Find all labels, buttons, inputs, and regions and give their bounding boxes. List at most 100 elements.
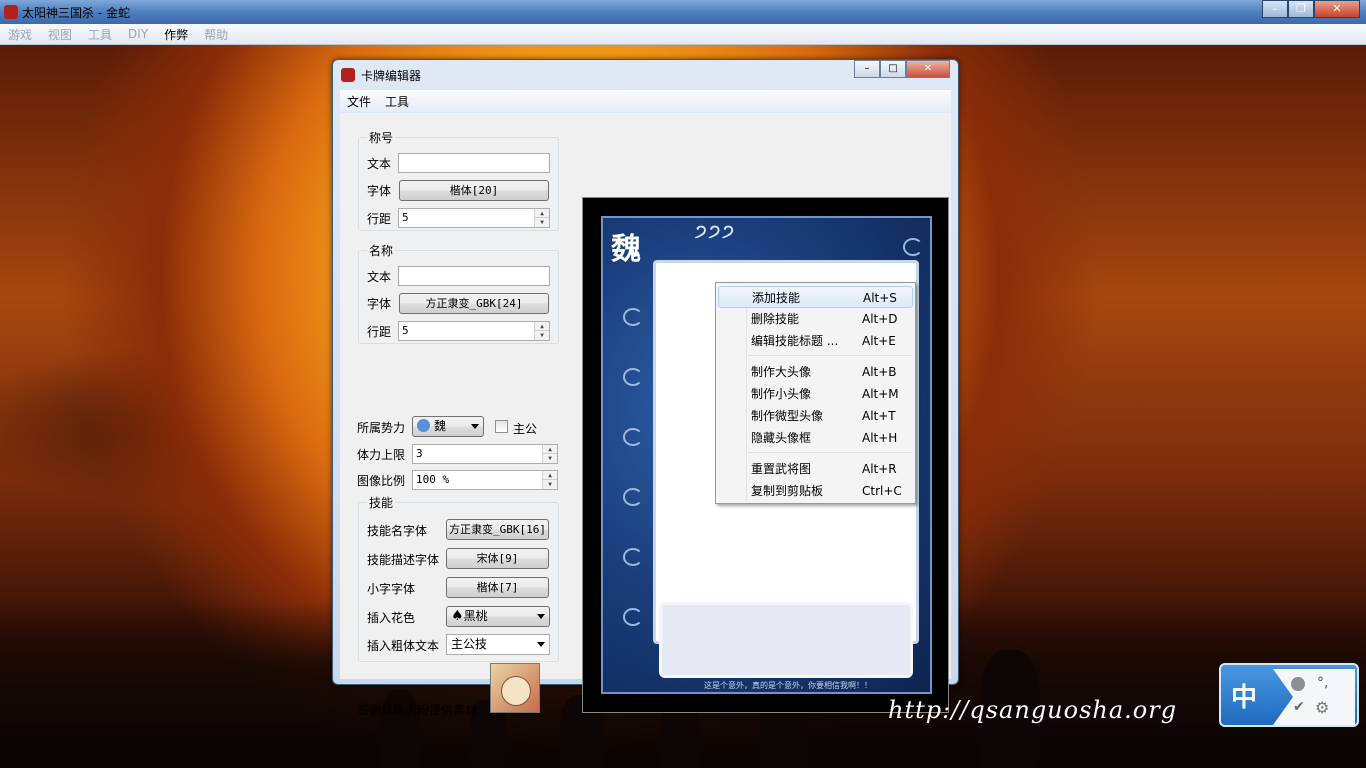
spin-up-icon[interactable]: ▲ xyxy=(535,322,549,331)
title-spacing-spinbox[interactable]: 5 ▲ ▼ xyxy=(398,208,550,228)
app-icon xyxy=(4,5,18,19)
skill-desc-font-button[interactable]: 宋体[9] xyxy=(446,548,549,569)
menu-view[interactable]: 视图 xyxy=(48,26,72,43)
dialog-menu-file[interactable]: 文件 xyxy=(347,93,371,110)
spin-up-icon[interactable]: ▲ xyxy=(543,445,557,454)
cloud-ornament-icon xyxy=(903,238,923,256)
avatar-face-icon xyxy=(501,676,531,706)
scale-arrows[interactable]: ▲ ▼ xyxy=(542,471,557,489)
name-spacing-label: 行距 xyxy=(367,325,392,339)
menu-diy[interactable]: DIY xyxy=(128,27,148,41)
skills-group-label: 技能 xyxy=(367,494,396,511)
scale-label: 图像比例 xyxy=(357,474,406,488)
card-footer-text: 这是个意外，真的是个意外，你要相信我啊！！ xyxy=(704,681,872,690)
menu-item-shortcut: Alt+E xyxy=(862,334,896,348)
menu-item-label: 编辑技能标题 ... xyxy=(751,334,839,348)
menu-help[interactable]: 帮助 xyxy=(204,26,228,43)
menu-item-label: 制作大头像 xyxy=(751,365,812,379)
menu-item-label: 复制到剪贴板 xyxy=(751,484,824,498)
title-spacing-label: 行距 xyxy=(367,212,392,226)
insert-suit-value: 黑桃 xyxy=(463,609,488,623)
menu-item-label: 重置武将图 xyxy=(751,462,812,476)
menu-tools[interactable]: 工具 xyxy=(88,26,112,43)
name-font-label: 字体 xyxy=(367,297,392,311)
title-font-label: 字体 xyxy=(367,184,392,198)
close-button[interactable]: ✕ xyxy=(1314,0,1360,18)
small-font-button[interactable]: 楷体[7] xyxy=(446,577,549,598)
spin-down-icon[interactable]: ▼ xyxy=(543,454,557,463)
title-text-input[interactable] xyxy=(398,153,550,173)
dialog-icon xyxy=(341,68,355,82)
title-text-label: 文本 xyxy=(367,157,392,171)
name-spacing-value: 5 xyxy=(402,324,409,337)
spin-up-icon[interactable]: ▲ xyxy=(535,209,549,218)
chevron-down-icon xyxy=(537,614,545,619)
menu-item-shortcut: Ctrl+C xyxy=(862,484,902,498)
menu-item-hide-avatar-frame[interactable]: 隐藏头像框 Alt+H xyxy=(718,427,913,449)
check-icon[interactable]: ✔ xyxy=(1293,699,1305,715)
lord-label: 主公 xyxy=(513,422,538,436)
dialog-close-button[interactable]: ✕ xyxy=(906,60,950,78)
menu-separator xyxy=(748,452,912,453)
menu-item-delete-skill[interactable]: 删除技能 Alt+D xyxy=(718,308,913,330)
menu-item-label: 删除技能 xyxy=(751,312,800,326)
hp-spinbox[interactable]: 3 ▲ ▼ xyxy=(412,444,558,464)
cloud-ornament-icon xyxy=(623,308,643,326)
menu-separator xyxy=(748,355,912,356)
skill-desc-font-label: 技能描述字体 xyxy=(367,553,440,567)
chevron-down-icon xyxy=(471,424,479,429)
menu-cheat[interactable]: 作弊 xyxy=(164,26,188,43)
ime-toolbar[interactable]: 中 °, ✔ ⚙ xyxy=(1219,663,1359,727)
ime-panel xyxy=(1273,669,1355,725)
name-font-button[interactable]: 方正隶变_GBK[24] xyxy=(399,293,549,314)
menu-item-add-skill[interactable]: 添加技能 Alt+S xyxy=(718,286,913,308)
title-spacing-arrows[interactable]: ▲ ▼ xyxy=(534,209,549,227)
dialog-menu-tools[interactable]: 工具 xyxy=(385,93,409,110)
title-font-button[interactable]: 楷体[20] xyxy=(399,180,549,201)
lord-checkbox[interactable] xyxy=(495,420,508,433)
menu-item-tiny-avatar[interactable]: 制作微型头像 Alt+T xyxy=(718,405,913,427)
menu-item-shortcut: Alt+T xyxy=(862,409,896,423)
kingdom-label: 所属势力 xyxy=(357,421,406,435)
spin-down-icon[interactable]: ▼ xyxy=(535,218,549,227)
moon-icon[interactable] xyxy=(1291,677,1305,691)
minimize-button[interactable]: – xyxy=(1262,0,1288,18)
insert-suit-select[interactable]: ♠黑桃 xyxy=(446,606,550,627)
name-spacing-arrows[interactable]: ▲ ▼ xyxy=(534,322,549,340)
restore-button[interactable]: ❐ xyxy=(1288,0,1314,18)
card-skill-box[interactable] xyxy=(659,602,913,678)
insert-bold-label: 插入粗体文本 xyxy=(367,639,440,653)
hp-arrows[interactable]: ▲ ▼ xyxy=(542,445,557,463)
skill-name-font-button[interactable]: 方正隶变_GBK[16] xyxy=(446,519,549,540)
caption-buttons: – ❐ ✕ xyxy=(1262,0,1360,18)
name-group: 名称 文本 字体 方正隶变_GBK[24] 行距 5 ▲ ▼ xyxy=(358,242,559,344)
hp-label: 体力上限 xyxy=(357,448,406,462)
dialog-maximize-button[interactable]: □ xyxy=(880,60,906,78)
menu-game[interactable]: 游戏 xyxy=(8,26,32,43)
scale-spinbox[interactable]: 100 % ▲ ▼ xyxy=(412,470,558,490)
name-text-input[interactable] xyxy=(398,266,550,286)
small-font-label: 小字字体 xyxy=(367,582,416,596)
kingdom-select[interactable]: 魏 xyxy=(412,416,484,437)
dialog-minimize-button[interactable]: – xyxy=(854,60,880,78)
dialog-titlebar[interactable]: 卡牌编辑器 – □ ✕ xyxy=(333,60,958,88)
main-menubar: 游戏 视图 工具 DIY 作弊 帮助 xyxy=(0,24,1366,45)
ime-punctuation-indicator[interactable]: °, xyxy=(1317,675,1328,691)
spin-up-icon[interactable]: ▲ xyxy=(543,471,557,480)
insert-bold-select[interactable]: 主公技 xyxy=(446,634,550,655)
menu-item-reset-image[interactable]: 重置武将图 Alt+R xyxy=(718,458,913,480)
scale-value: 100 % xyxy=(416,473,450,486)
spin-down-icon[interactable]: ▼ xyxy=(543,480,557,489)
menu-item-copy-clipboard[interactable]: 复制到剪贴板 Ctrl+C xyxy=(718,480,913,502)
context-menu: 添加技能 Alt+S 删除技能 Alt+D 编辑技能标题 ... Alt+E 制… xyxy=(715,282,916,504)
watermark-url: http://qsanguosha.org xyxy=(888,696,1178,724)
menu-item-big-avatar[interactable]: 制作大头像 Alt+B xyxy=(718,361,913,383)
cloud-ornament-icon xyxy=(623,608,643,626)
name-group-label: 名称 xyxy=(367,242,396,259)
menu-item-edit-skill-title[interactable]: 编辑技能标题 ... Alt+E xyxy=(718,330,913,352)
menu-item-small-avatar[interactable]: 制作小头像 Alt+M xyxy=(718,383,913,405)
spin-down-icon[interactable]: ▼ xyxy=(535,331,549,340)
gear-icon[interactable]: ⚙ xyxy=(1315,698,1329,717)
ime-mode-indicator[interactable]: 中 xyxy=(1231,677,1257,714)
name-spacing-spinbox[interactable]: 5 ▲ ▼ xyxy=(398,321,550,341)
